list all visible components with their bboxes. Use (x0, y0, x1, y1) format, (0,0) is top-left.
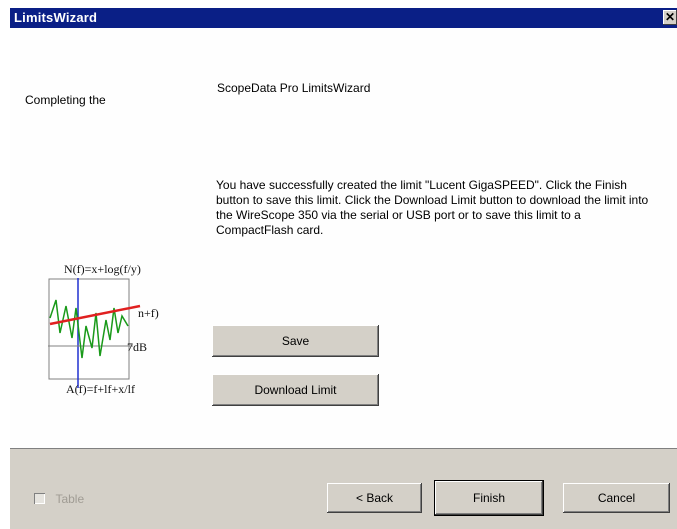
cancel-button[interactable]: Cancel (563, 483, 670, 513)
back-button[interactable]: < Back (327, 483, 422, 513)
formula-bottom: A(f)=f+lf+x/lf (66, 382, 135, 396)
formula-top: N(f)=x+log(f/y) (64, 262, 141, 276)
table-checkbox-wrapper[interactable]: Table (34, 490, 84, 508)
completion-message: You have successfully created the limit … (216, 178, 649, 237)
window-title: LimitsWizard (14, 10, 98, 25)
completing-label: Completing the (25, 93, 106, 107)
download-limit-button[interactable]: Download Limit (212, 374, 379, 406)
formula-right-top: n+f) (138, 306, 159, 320)
table-checkbox[interactable] (34, 493, 45, 505)
wizard-name-label: ScopeData Pro LimitsWizard (217, 81, 371, 95)
download-limit-label: Download Limit (254, 383, 337, 397)
save-button-label: Save (281, 334, 310, 348)
formula-right-bottom: 7dB (127, 340, 148, 354)
save-button[interactable]: Save (212, 325, 379, 357)
finish-button[interactable]: Finish (435, 481, 543, 515)
title-bar: LimitsWizard ✕ (10, 8, 677, 28)
close-icon[interactable]: ✕ (663, 10, 677, 25)
limit-graph-icon (48, 278, 141, 388)
table-checkbox-label: Table (55, 491, 85, 506)
